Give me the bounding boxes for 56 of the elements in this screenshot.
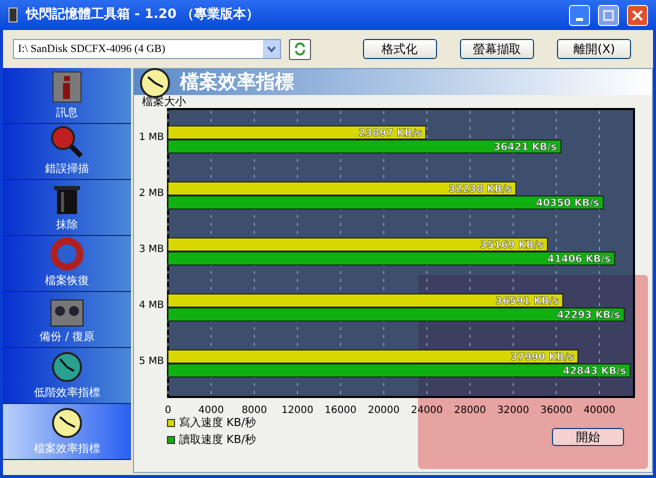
tick-label: 32000: [497, 405, 530, 415]
tick-label: 8000: [242, 405, 268, 415]
bar-value-label: 41406 KB/s: [547, 254, 611, 265]
device-dropdown[interactable]: I:\ SanDisk SDCFX-4096 (4 GB): [13, 39, 281, 59]
tick-label: 4000: [198, 405, 224, 415]
minimize-icon: [576, 18, 583, 20]
tape-icon: [50, 298, 84, 326]
life-ring-icon: [50, 236, 84, 270]
toolbar-button[interactable]: 格式化: [362, 39, 437, 59]
tick-label: 20000: [368, 405, 400, 415]
tick-label: 12000: [282, 405, 314, 415]
sidebar-item[interactable]: 訊息: [3, 68, 131, 124]
tick-label: 0: [164, 405, 172, 415]
category-label: 2 MB: [138, 188, 164, 199]
sidebar-item[interactable]: 錯誤掃描: [3, 124, 131, 180]
magnifier-icon: [50, 124, 84, 158]
bar-value-label: 42293 KB/s: [556, 310, 620, 321]
refresh-button[interactable]: [289, 38, 311, 60]
window-title: 快閃記憶體工具箱 - 1.20 （專業版本）: [26, 6, 260, 24]
bar-value-label: 23897 KB/s: [358, 128, 422, 139]
info-icon: [52, 70, 82, 102]
sidebar-item[interactable]: 檔案恢復: [3, 236, 131, 292]
toolbar-button[interactable]: 螢幕擷取: [460, 39, 534, 59]
tick-label: 16000: [324, 405, 356, 415]
bar-value-label: 37990 KB/s: [510, 352, 574, 363]
category-label: 3 MB: [138, 244, 164, 255]
maximize-icon: [603, 10, 614, 20]
legend-label: 讀取速度 KB/秒: [179, 432, 256, 448]
toolbar-button[interactable]: 離開(X): [557, 39, 632, 59]
category-label: 4 MB: [138, 300, 164, 311]
tick-label: 28000: [454, 405, 486, 415]
close-button[interactable]: [627, 4, 648, 26]
sidebar-item[interactable]: 低階效率指標: [3, 348, 131, 404]
tick-label: 24000: [410, 405, 443, 415]
device-value: I:\ SanDisk SDCFX-4096 (4 GB): [18, 42, 166, 57]
minimize-button[interactable]: [569, 4, 590, 26]
category-label: 1 MB: [138, 132, 164, 143]
close-icon: [632, 10, 643, 20]
sidebar-item[interactable]: 抹除: [3, 180, 131, 236]
app-icon: [8, 7, 18, 23]
bar-value-label: 32238 KB/s: [448, 184, 512, 195]
bar-value-label: 36591 KB/s: [495, 296, 559, 307]
bar-value-label: 42843 KB/s: [562, 366, 626, 377]
tick-label: 36000: [540, 405, 572, 415]
legend-label: 寫入速度 KB/秒: [179, 415, 256, 431]
maximize-button[interactable]: [598, 4, 619, 26]
tick-label: 40000: [584, 405, 616, 415]
bar-value-label: 35169 KB/s: [480, 240, 544, 251]
sidebar-item[interactable]: 備份 / 復原: [3, 292, 131, 348]
bar-value-label: 36421 KB/s: [494, 142, 557, 153]
bar-value-label: 40350 KB/s: [536, 198, 600, 209]
panel-title: 檔案效率指標: [180, 70, 294, 95]
axis-caption: 檔案大小: [142, 95, 186, 108]
category-label: 5 MB: [138, 356, 164, 367]
start-button[interactable]: 開始: [552, 428, 624, 446]
refresh-icon: [293, 42, 307, 56]
